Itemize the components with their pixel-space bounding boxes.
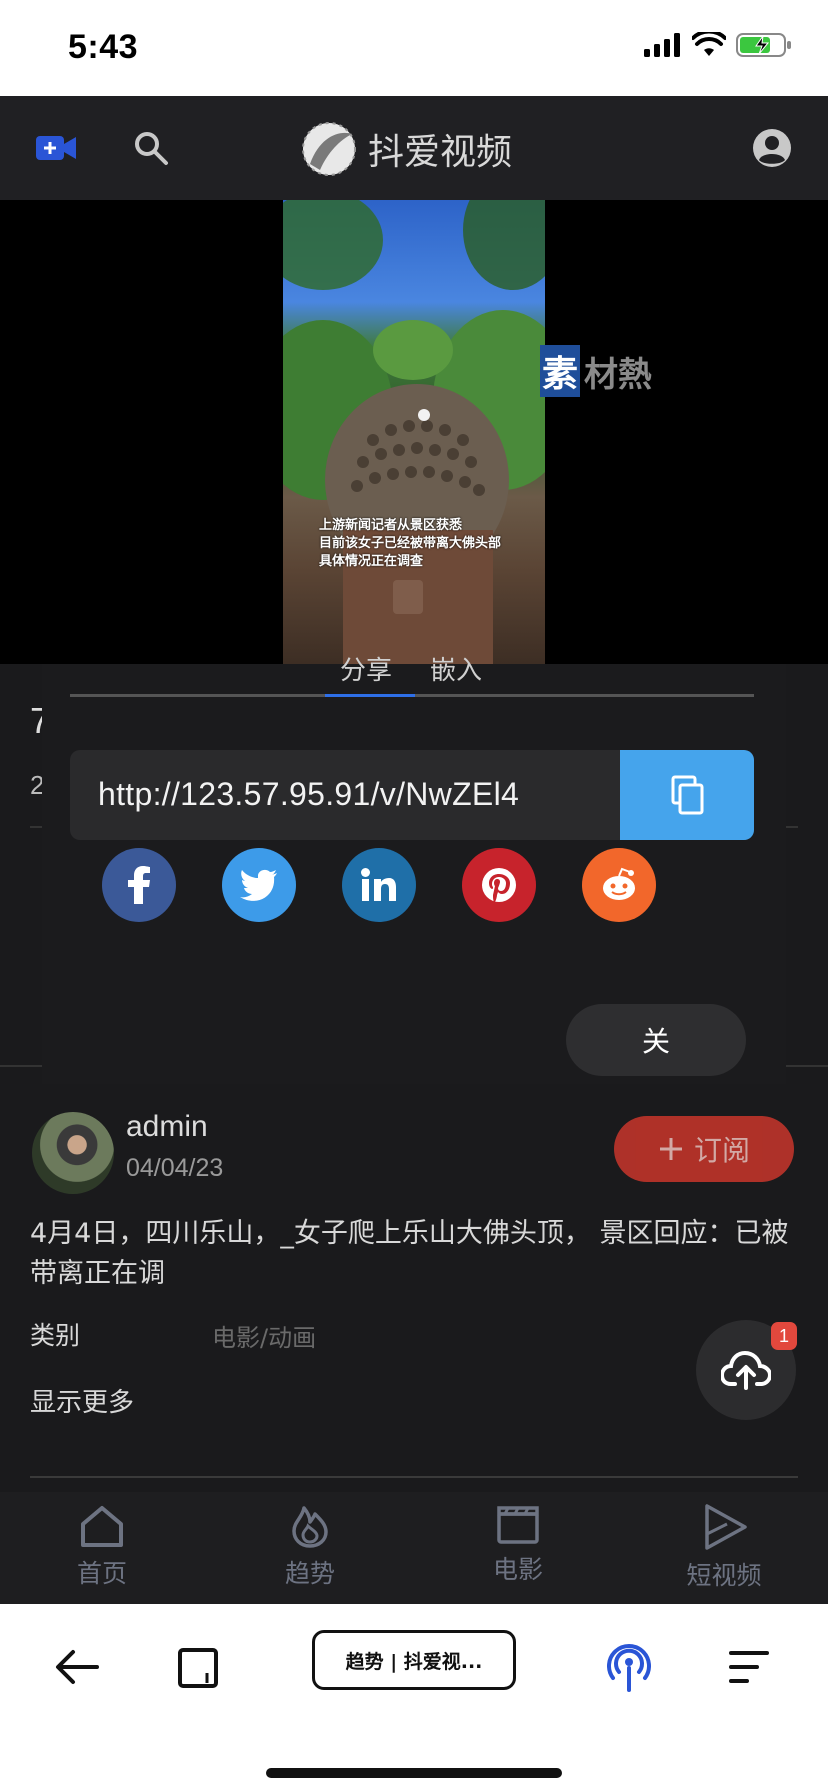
video-description: 4月4日，四川乐山，_女子爬上乐山大佛头顶， 景区回应：已被带离正在调 xyxy=(30,1218,789,1289)
caption-line: 具体情况正在调查 xyxy=(319,553,424,568)
reddit-icon xyxy=(603,867,635,900)
status-bar: 5:43 xyxy=(0,0,828,96)
author-avatar[interactable] xyxy=(32,1112,114,1194)
podcast-button[interactable] xyxy=(586,1624,672,1710)
close-button[interactable]: 关 xyxy=(566,1004,746,1076)
plus-icon xyxy=(659,1138,682,1160)
facebook-icon xyxy=(128,866,150,904)
clapperboard-icon xyxy=(497,1506,539,1544)
pinterest-share-button[interactable] xyxy=(462,848,536,922)
logo-text: 抖爱视频 xyxy=(368,132,513,173)
account-button[interactable] xyxy=(744,96,800,200)
address-bar[interactable]: 趋势 | 抖爱视... xyxy=(312,1630,516,1690)
status-icons xyxy=(644,32,792,58)
divider xyxy=(30,1476,798,1478)
menu-button[interactable] xyxy=(706,1624,792,1710)
tabs-active-indicator xyxy=(325,694,415,697)
subscribe-button[interactable]: 订阅 xyxy=(614,1116,794,1182)
wifi-icon xyxy=(692,32,726,56)
arrow-left-icon xyxy=(56,1650,99,1684)
video-scene xyxy=(283,200,545,664)
battery-icon xyxy=(736,33,791,57)
podcast-icon xyxy=(607,1644,651,1692)
search-button[interactable] xyxy=(118,96,184,200)
bottom-nav: 首页 趋势 电影 短视频 xyxy=(0,1492,828,1604)
app-header: 抖爱视频 xyxy=(0,96,828,200)
author-name[interactable]: admin xyxy=(126,1110,208,1144)
nav-label: 电影 xyxy=(492,1555,543,1584)
nav-label: 首页 xyxy=(76,1559,127,1588)
pinterest-icon xyxy=(482,868,516,902)
copy-button[interactable] xyxy=(620,750,754,840)
back-button[interactable] xyxy=(34,1624,120,1710)
tab-share[interactable]: 分享 xyxy=(340,650,392,687)
facebook-share-button[interactable] xyxy=(102,848,176,922)
video-player[interactable]: 上游新闻记者从景区获悉 目前该女子已经被带离大佛头部 具体情况正在调查 素 材熱 xyxy=(0,200,828,664)
linkedin-share-button[interactable] xyxy=(342,848,416,922)
twitter-icon xyxy=(240,869,277,901)
share-url-text[interactable]: http://123.57.95.91/v/NwZEl4 xyxy=(98,776,519,813)
watermark-text: 材熱 xyxy=(584,355,652,394)
linkedin-icon xyxy=(361,868,396,901)
subscribe-label: 订阅 xyxy=(693,1134,750,1167)
tab-embed[interactable]: 嵌入 xyxy=(430,650,482,687)
shorts-play-icon xyxy=(705,1504,747,1550)
video-watermark: 素 材熱 xyxy=(540,345,652,397)
video-frame[interactable]: 上游新闻记者从景区获悉 目前该女子已经被带离大佛头部 具体情况正在调查 xyxy=(283,200,545,664)
logo-mark-icon xyxy=(302,122,356,176)
nav-shorts[interactable]: 短视频 xyxy=(664,1492,784,1604)
browser-toolbar: 趋势 | 抖爱视... xyxy=(0,1604,828,1792)
nav-home[interactable]: 首页 xyxy=(42,1492,162,1604)
nav-label: 短视频 xyxy=(686,1561,762,1590)
video-camera-icon xyxy=(36,136,76,160)
nav-label: 趋势 xyxy=(284,1559,335,1588)
home-icon xyxy=(81,1506,123,1547)
video-caption: 上游新闻记者从景区获悉 目前该女子已经被带离大佛头部 具体情况正在调查 xyxy=(319,516,501,570)
upload-count-badge: 1 xyxy=(771,1322,797,1350)
signal-icon xyxy=(644,33,680,57)
show-more-button[interactable]: 显示更多 xyxy=(30,1382,134,1419)
caption-line: 上游新闻记者从景区获悉 xyxy=(319,517,463,532)
reddit-share-button[interactable] xyxy=(582,848,656,922)
upload-video-button[interactable] xyxy=(24,96,90,200)
copy-icon xyxy=(671,775,704,815)
home-indicator xyxy=(266,1768,562,1778)
tabs-icon xyxy=(178,1648,218,1688)
share-url-field[interactable]: http://123.57.95.91/v/NwZEl4 xyxy=(70,750,754,840)
twitter-share-button[interactable] xyxy=(222,848,296,922)
flame-icon xyxy=(292,1506,328,1548)
menu-icon xyxy=(729,1651,769,1683)
category-label: 类别 xyxy=(30,1321,81,1350)
status-time: 5:43 xyxy=(68,28,139,66)
watermark-char: 素 xyxy=(540,345,580,397)
nav-trending[interactable]: 趋势 xyxy=(250,1492,370,1604)
tabs-button[interactable] xyxy=(156,1624,242,1710)
nav-movies[interactable]: 电影 xyxy=(458,1492,578,1604)
app-logo[interactable]: 抖爱视频 xyxy=(296,114,512,184)
publish-date: 04/04/23 xyxy=(126,1154,224,1182)
category-value[interactable]: 电影/动画 xyxy=(212,1318,316,1353)
caption-line: 目前该女子已经被带离大佛头部 xyxy=(319,535,502,550)
share-modal: 分享 嵌入 http://123.57.95.91/v/NwZEl4 关 xyxy=(42,655,786,1084)
cloud-upload-icon xyxy=(721,1350,771,1390)
search-icon xyxy=(135,132,168,165)
user-avatar-icon xyxy=(753,129,791,167)
